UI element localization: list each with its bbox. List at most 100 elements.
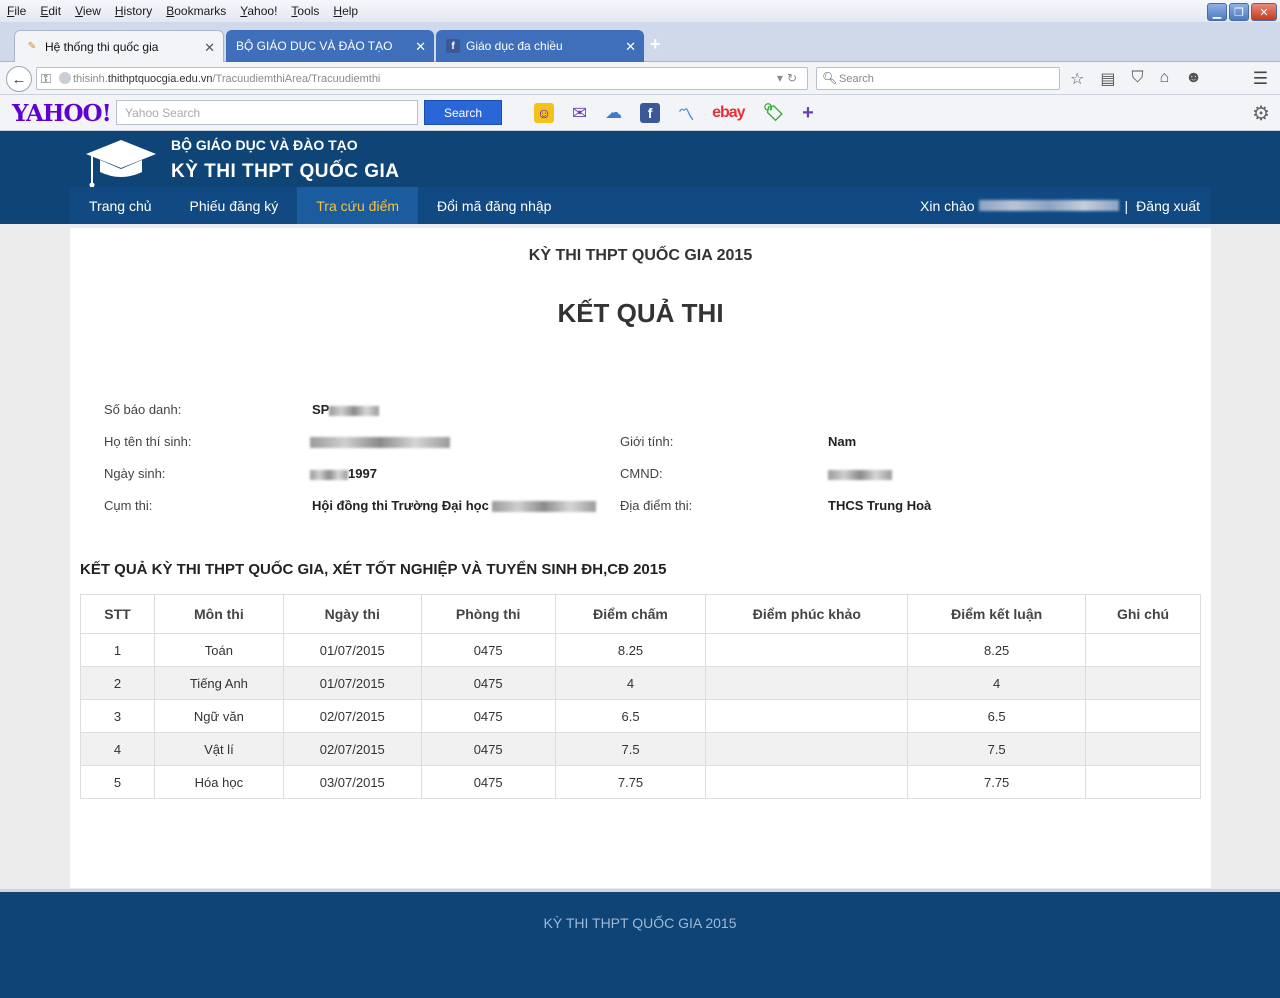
cell-ngay-thi: 01/07/2015 — [282, 633, 422, 667]
header-diem-phuc-khao: Điểm phúc khảo — [705, 594, 909, 634]
close-tab-icon[interactable]: ✕ — [415, 39, 426, 55]
mail-icon[interactable]: ✉ — [572, 103, 587, 123]
url-prefix: thisinh. — [73, 72, 108, 85]
weather-icon[interactable]: ☁ — [605, 103, 622, 123]
back-arrow-icon[interactable]: ← — [6, 66, 32, 92]
pocket-icon[interactable]: ⛉ — [1131, 69, 1143, 89]
user-greeting: Xin chào | Đăng xuất — [920, 187, 1200, 224]
tag-icon[interactable]: 🏷︎ — [763, 103, 785, 123]
nav-trang-chu[interactable]: Trang chủ — [70, 187, 171, 224]
cell-diem-ket-luan: 4 — [907, 666, 1087, 700]
cell-phong-thi: 0475 — [420, 699, 556, 733]
messenger-icon[interactable]: ☺ — [534, 103, 554, 123]
greeting-separator: | — [1124, 197, 1129, 214]
finance-chart-icon[interactable]: 〽 — [678, 103, 694, 124]
close-tab-icon[interactable]: ✕ — [625, 39, 636, 55]
logout-link[interactable]: Đăng xuất — [1136, 198, 1200, 214]
facebook-icon[interactable]: f — [640, 103, 661, 123]
menu-tools[interactable]: Tools — [291, 4, 319, 18]
menu-edit[interactable]: Edit — [40, 4, 61, 18]
cell-ngay-thi: 01/07/2015 — [282, 666, 422, 700]
cell-stt: 2 — [80, 666, 155, 700]
minimize-icon[interactable]: ▁ — [1207, 3, 1227, 21]
menu-help[interactable]: Help — [333, 4, 358, 18]
redacted-dob — [310, 469, 348, 480]
nav-tra-cuu-diem[interactable]: Tra cứu điểm — [297, 187, 419, 224]
window-controls: ▁ ❐ ✕ — [1207, 3, 1277, 21]
yahoo-search-input[interactable]: Yahoo Search — [116, 100, 418, 125]
cell-ghi-chu — [1085, 633, 1201, 667]
header-diem-ket-luan: Điểm kết luận — [907, 594, 1087, 634]
restore-icon[interactable]: ❐ — [1229, 3, 1249, 21]
cell-diem-cham: 8.25 — [554, 633, 707, 667]
tab-bo-giao-duc[interactable]: BỘ GIÁO DỤC VÀ ĐÀO TẠO ✕ — [226, 30, 434, 62]
cell-diem-ket-luan: 8.25 — [907, 633, 1087, 667]
yahoo-logo[interactable]: YAHOO! — [12, 100, 112, 127]
redacted-sbd — [329, 405, 380, 416]
chat-icon[interactable]: ☻ — [1185, 69, 1202, 89]
menu-view[interactable]: View — [75, 4, 101, 18]
label-gioi-tinh: Giới tính: — [620, 434, 674, 449]
gear-icon[interactable]: ⚙ — [1252, 101, 1270, 126]
cell-diem-phuc-khao — [705, 633, 909, 667]
search-icon: 🔍︎ — [822, 71, 838, 85]
section-title: KẾT QUẢ KỲ THI THPT QUỐC GIA, XÉT TỐT NG… — [80, 561, 667, 578]
cell-diem-ket-luan: 7.5 — [907, 732, 1087, 766]
value-cum-thi: Hội đồng thi Trường Đại học — [312, 498, 597, 513]
reload-icon[interactable]: ▾↻ — [777, 71, 801, 85]
cell-ghi-chu — [1085, 732, 1201, 766]
url-bar[interactable]: ⚿ thisinh. thithptquocgia.edu.vn/Tracuudi… — [36, 67, 808, 90]
label-so-bao-danh: Số báo danh: — [104, 402, 182, 417]
bookmark-star-icon[interactable]: ☆ — [1070, 69, 1084, 89]
value-gioi-tinh: Nam — [828, 434, 857, 449]
value-ngay-sinh: 1997 — [310, 466, 377, 481]
nav-doi-ma-dang-nhap[interactable]: Đổi mã đăng nhập — [418, 187, 570, 224]
cell-diem-phuc-khao — [705, 732, 909, 766]
footer-text: KỲ THI THPT QUỐC GIA 2015 — [543, 915, 737, 931]
table-row: 5 Hóa học 03/07/2015 0475 7.75 7.75 — [80, 765, 1201, 799]
table-row: 1 Toán 01/07/2015 0475 8.25 8.25 — [80, 633, 1201, 667]
yahoo-search-button[interactable]: Search — [424, 100, 502, 125]
home-icon[interactable]: ⌂ — [1159, 69, 1169, 89]
label-cmnd: CMND: — [620, 466, 663, 481]
cell-diem-cham: 4 — [554, 666, 707, 700]
cell-diem-phuc-khao — [705, 699, 909, 733]
new-tab-icon[interactable]: + — [650, 34, 661, 55]
cell-diem-cham: 6.5 — [554, 699, 707, 733]
bookmarks-list-icon[interactable]: ▤ — [1100, 69, 1115, 89]
table-header-row: STT Môn thi Ngày thi Phòng thi Điểm chấm… — [80, 594, 1201, 634]
table-row: 3 Ngữ văn 02/07/2015 0475 6.5 6.5 — [80, 699, 1201, 733]
add-shortcut-icon[interactable]: + — [802, 102, 814, 124]
nav-phieu-dang-ky[interactable]: Phiếu đăng ký — [171, 187, 298, 224]
cell-ngay-thi: 03/07/2015 — [282, 765, 422, 799]
header-stt: STT — [80, 594, 155, 634]
header-phong-thi: Phòng thi — [420, 594, 556, 634]
globe-icon — [59, 72, 71, 84]
redacted-university — [492, 501, 597, 513]
cell-phong-thi: 0475 — [420, 732, 556, 766]
tab-he-thong-thi[interactable]: ✎ Hệ thống thi quốc gia ✕ — [14, 30, 224, 62]
browser-search-placeholder: Search — [839, 72, 874, 85]
menu-bookmarks[interactable]: Bookmarks — [166, 4, 226, 18]
menu-file[interactable]: File — [7, 4, 26, 18]
tab-label: BỘ GIÁO DỤC VÀ ĐÀO TẠO — [236, 39, 393, 53]
cell-diem-phuc-khao — [705, 765, 909, 799]
close-tab-icon[interactable]: ✕ — [204, 40, 215, 56]
hamburger-menu-icon[interactable]: ☰ — [1253, 69, 1268, 89]
yahoo-shortcuts: ☺ ✉ ☁ f 〽 ebay 🏷︎ + — [534, 102, 814, 124]
tab-strip: ✎ Hệ thống thi quốc gia ✕ BỘ GIÁO DỤC VÀ… — [0, 22, 1280, 62]
header-mon-thi: Môn thi — [153, 594, 284, 634]
close-window-icon[interactable]: ✕ — [1251, 3, 1277, 21]
browser-search-input[interactable]: 🔍︎ Search — [816, 67, 1060, 90]
tab-giao-duc-da-chieu[interactable]: f Giáo dục đa chiều ✕ — [436, 30, 644, 62]
table-row: 2 Tiếng Anh 01/07/2015 0475 4 4 — [80, 666, 1201, 700]
header-ghi-chu: Ghi chú — [1085, 594, 1201, 634]
ebay-icon[interactable]: ebay — [712, 103, 745, 123]
value-so-bao-danh: SP — [312, 402, 380, 417]
tab-label: Hệ thống thi quốc gia — [45, 39, 159, 54]
cluster-name: Hội đồng thi Trường Đại học — [312, 498, 489, 513]
menu-history[interactable]: History — [115, 4, 152, 18]
exam-title: KỲ THI THPT QUỐC GIA 2015 — [528, 247, 753, 264]
cell-ghi-chu — [1085, 699, 1201, 733]
menu-yahoo[interactable]: Yahoo! — [240, 4, 277, 18]
